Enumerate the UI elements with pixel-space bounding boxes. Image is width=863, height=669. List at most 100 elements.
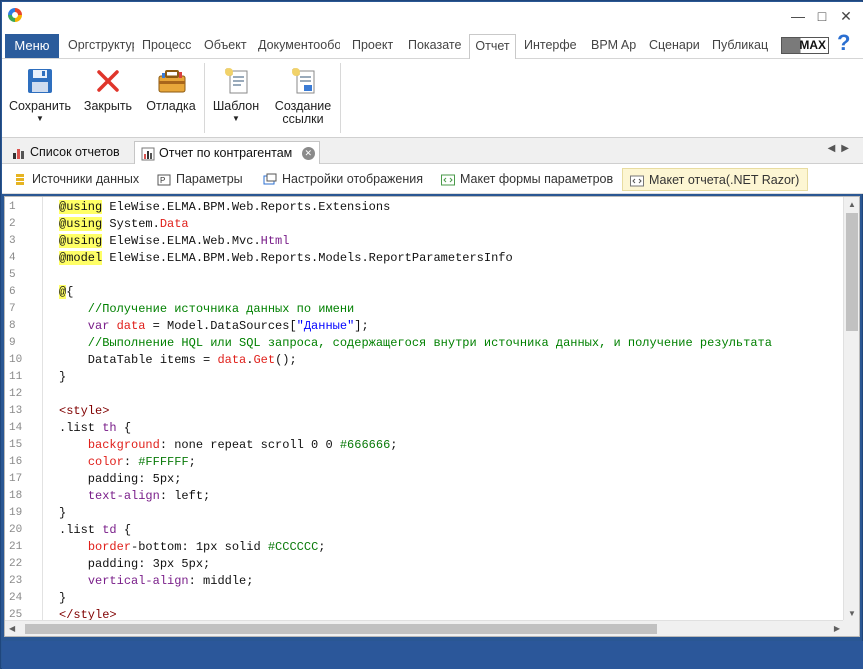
tab-report-layout-razor[interactable]: Макет отчета(.NET Razor) — [622, 168, 809, 191]
tab-data-sources-label: Источники данных — [32, 172, 140, 186]
close-window-icon[interactable]: ✕ — [835, 6, 857, 26]
tab-display-settings[interactable]: Настройки отображения — [256, 168, 423, 191]
line-number: 3 — [9, 235, 16, 247]
tab-report[interactable]: Отчет — [469, 34, 516, 60]
code-line[interactable]: </style> — [59, 607, 117, 621]
code-token: Data — [159, 217, 189, 231]
tab-publications[interactable]: Публикац — [712, 34, 770, 58]
minimize-icon[interactable]: — — [787, 6, 809, 26]
save-label: Сохранить — [8, 99, 72, 113]
code-line[interactable]: background: none repeat scroll 0 0 #6666… — [59, 437, 398, 454]
tab-scroll-arrows-icon[interactable]: ◀▶ — [828, 143, 855, 154]
code-line[interactable]: var data = Model.DataSources["Данные"]; — [59, 318, 369, 335]
code-token: System. — [102, 217, 160, 231]
code-token: color — [87, 455, 124, 469]
report-sections-tabs: Источники данных P Параметры Настройки о… — [2, 164, 863, 194]
line-number: 11 — [9, 371, 23, 383]
code-line[interactable]: border-bottom: 1px solid #CCCCCC; — [59, 539, 326, 556]
tab-bpm-apps[interactable]: BPM Ap — [591, 34, 639, 58]
scrollbar-corner — [843, 620, 859, 636]
scroll-right-icon[interactable]: ▶ — [834, 624, 840, 633]
code-line[interactable]: @{ — [59, 284, 73, 301]
code-line[interactable]: @model EleWise.ELMA.BPM.Web.Reports.Mode… — [59, 250, 513, 267]
document-tabs: Список отчетов Отчет по контрагентам ✕ ◀… — [2, 138, 863, 164]
max-edition-badge[interactable]: MAX — [781, 37, 829, 54]
code-line[interactable]: //Получение источника данных по имени — [59, 301, 354, 318]
maximize-icon[interactable]: □ — [811, 6, 833, 26]
line-number: 13 — [9, 405, 23, 417]
code-token: Get — [253, 353, 276, 367]
tab-process[interactable]: Процесс — [142, 34, 194, 58]
save-button[interactable]: Сохранить ▼ — [8, 63, 72, 123]
close-tab-icon[interactable]: ✕ — [301, 147, 315, 161]
vertical-scrollbar[interactable]: ▲ ▼ — [843, 197, 859, 621]
vertical-scroll-thumb[interactable] — [846, 213, 858, 331]
tab-documents[interactable]: Документообо — [258, 34, 340, 58]
tab-parameters[interactable]: P Параметры — [150, 168, 243, 191]
main-menu-bar: Меню Оргструктура Процесс Объект Докумен… — [2, 30, 863, 60]
link-document-icon — [289, 67, 317, 95]
code-token: #FFFFFF — [138, 455, 189, 469]
close-button[interactable]: Закрыть — [80, 63, 136, 113]
code-line[interactable]: .list td { — [59, 522, 131, 539]
code-token: { — [116, 421, 132, 435]
line-number: 2 — [9, 218, 16, 230]
tab-project[interactable]: Проект — [352, 34, 396, 58]
chevron-down-icon: ▼ — [232, 114, 240, 123]
code-line[interactable]: padding: 3px 5px; — [59, 556, 210, 573]
code-line[interactable]: @using EleWise.ELMA.BPM.Web.Reports.Exte… — [59, 199, 390, 216]
code-line[interactable]: <style> — [59, 403, 109, 420]
menu-button[interactable]: Меню — [5, 34, 59, 58]
tab-report-list-label: Список отчетов — [30, 145, 120, 159]
code-line[interactable]: } — [59, 590, 66, 607]
code-icon — [441, 172, 455, 186]
template-button[interactable]: Шаблон ▼ — [208, 63, 264, 123]
code-line[interactable]: @using EleWise.ELMA.Web.Mvc.Html — [59, 233, 289, 250]
line-number: 19 — [9, 507, 23, 519]
code-line[interactable]: } — [59, 369, 66, 386]
code-token: } — [59, 591, 67, 605]
scroll-left-icon[interactable]: ◀ — [9, 624, 15, 633]
code-line[interactable]: color: #FFFFFF; — [59, 454, 196, 471]
code-token: = Model.DataSources[ — [145, 319, 297, 333]
code-line[interactable]: padding: 5px; — [59, 471, 182, 488]
scroll-down-icon[interactable]: ▼ — [848, 609, 856, 618]
window-icon — [263, 172, 277, 186]
tab-parameters-label: Параметры — [176, 172, 243, 186]
code-line[interactable]: DataTable items = data.Get(); — [59, 352, 297, 369]
code-token: @using — [59, 217, 103, 231]
razor-code-editor[interactable]: 1 2 3 4 5 6 7 8 9 10 11 12 13 14 15 16 17 18 19 20 21 22 23 24 2… — [4, 196, 860, 637]
code-line[interactable]: vertical-align: middle; — [59, 573, 254, 590]
code-token: ]; — [354, 319, 369, 333]
tab-indicators[interactable]: Показате — [408, 34, 462, 58]
code-line[interactable]: @using System.Data — [59, 216, 189, 233]
code-line[interactable]: } — [59, 505, 66, 522]
template-document-icon — [222, 67, 250, 95]
tab-orgstructure[interactable]: Оргструктура — [68, 34, 134, 58]
scroll-up-icon[interactable]: ▲ — [848, 200, 856, 209]
code-token: ; — [318, 540, 326, 554]
horizontal-scrollbar[interactable]: ◀ ▶ — [5, 620, 844, 636]
create-link-button[interactable]: Создание ссылки — [270, 63, 336, 126]
code-token: vertical-align — [87, 574, 189, 588]
code-area[interactable]: @using EleWise.ELMA.BPM.Web.Reports.Exte… — [59, 197, 844, 621]
tab-data-sources[interactable]: Источники данных — [6, 168, 139, 191]
horizontal-scroll-thumb[interactable] — [25, 624, 657, 634]
code-token: var — [59, 319, 117, 333]
line-number: 21 — [9, 541, 23, 553]
tab-interface[interactable]: Интерфе — [524, 34, 580, 58]
code-line[interactable]: .list th { — [59, 420, 131, 437]
tab-parameter-form-layout[interactable]: Макет формы параметров — [434, 168, 613, 191]
code-line[interactable]: text-align: left; — [59, 488, 210, 505]
tab-scenarios[interactable]: Сценари — [649, 34, 701, 58]
close-label: Закрыть — [83, 99, 133, 113]
tab-object[interactable]: Объект — [204, 34, 250, 58]
debug-button[interactable]: Отладка — [142, 63, 200, 113]
help-icon[interactable]: ? — [837, 30, 850, 56]
line-number: 7 — [9, 303, 16, 315]
tab-contractors-report[interactable]: Отчет по контрагентам ✕ — [134, 141, 320, 164]
tab-report-list[interactable]: Список отчетов — [6, 141, 128, 164]
line-number: 15 — [9, 439, 23, 451]
code-line[interactable]: //Выполнение HQL или SQL запроса, содерж… — [59, 335, 772, 352]
